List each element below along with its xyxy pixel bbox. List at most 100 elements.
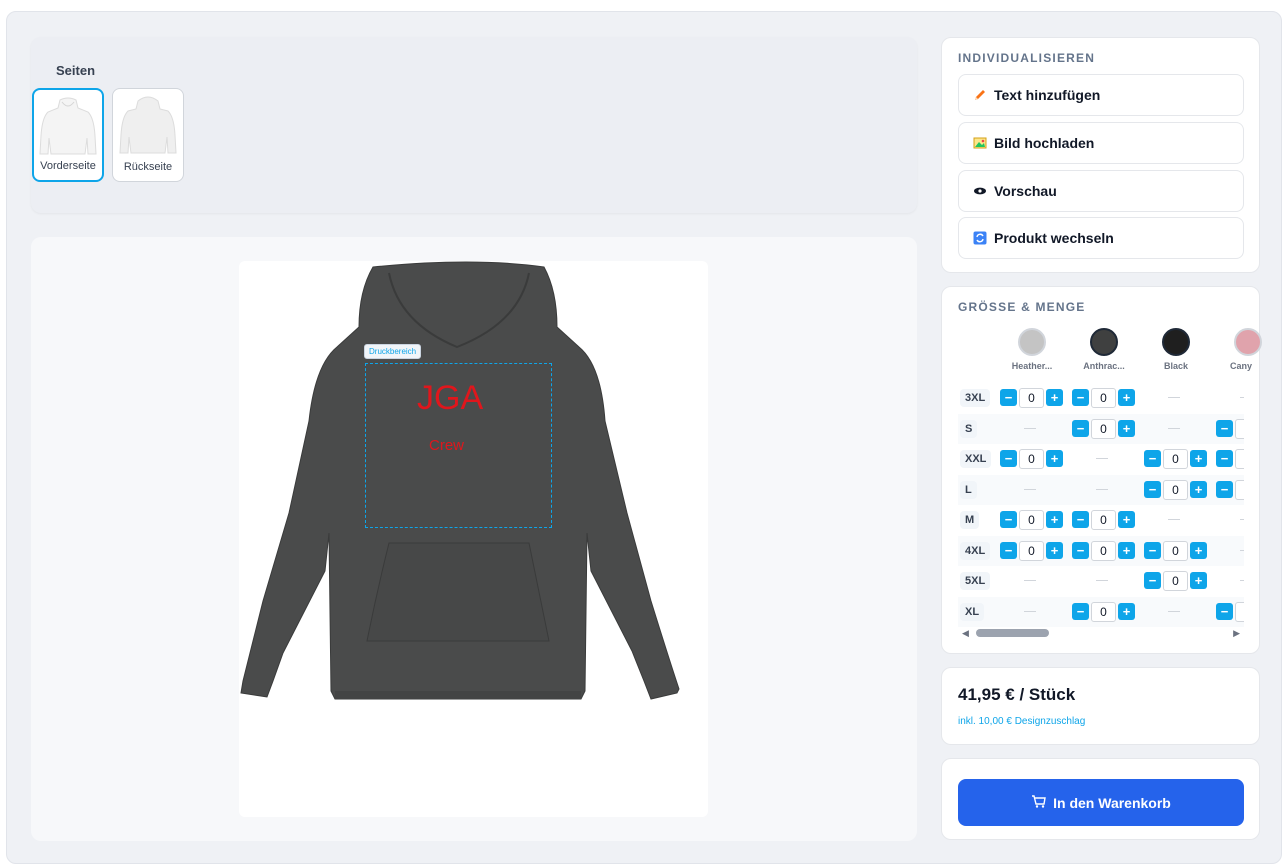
unavailable-dash [1024,427,1036,429]
switch-product-button[interactable]: Produkt wechseln [958,217,1244,259]
design-text-main[interactable]: JGA [417,379,483,418]
pages-title: Seiten [56,63,96,78]
quantity-input[interactable]: 0 [1091,601,1116,622]
scrollbar-thumb[interactable] [976,629,1049,637]
color-swatch-0[interactable] [1018,328,1046,356]
increase-button[interactable]: + [1190,450,1207,467]
cart-card: In den Warenkorb [941,758,1260,840]
customize-card: INDIVIDUALISIEREN Text hinzufügen Bild h… [941,37,1260,273]
quantity-input[interactable]: 0 [1163,479,1188,500]
quantity-input[interactable]: 0 [1235,601,1244,622]
quantity-input[interactable]: 0 [1163,571,1188,591]
quantity-stepper[interactable]: −0+ [1072,388,1135,408]
design-text-sub[interactable]: Crew [429,437,464,454]
quantity-input[interactable]: 0 [1091,510,1116,530]
decrease-button[interactable]: − [1216,480,1233,498]
quantity-stepper[interactable]: −0+ [1216,479,1244,500]
quantity-input[interactable]: 0 [1019,540,1044,561]
page-thumb-front-label: Vorderseite [40,160,96,172]
quantity-stepper[interactable]: −0+ [1072,601,1135,622]
increase-button[interactable]: + [1190,572,1207,589]
quantity-input[interactable]: 0 [1091,540,1116,561]
size-label: L [960,480,977,499]
quantity-input[interactable]: 0 [1235,449,1244,469]
quantity-stepper[interactable]: −0+ [1216,418,1244,439]
add-to-cart-label: In den Warenkorb [1053,794,1171,811]
quantity-input[interactable]: 0 [1091,418,1116,439]
add-to-cart-button[interactable]: In den Warenkorb [958,779,1244,826]
increase-button[interactable]: + [1046,541,1063,559]
quantity-input[interactable]: 0 [1091,388,1116,408]
scroll-right-icon[interactable]: ▶ [1233,628,1240,639]
quantity-stepper[interactable]: −0+ [1216,601,1244,622]
quantity-input[interactable]: 0 [1235,418,1244,439]
decrease-button[interactable]: − [1072,419,1089,437]
quantity-input[interactable]: 0 [1019,388,1044,408]
color-swatch-3[interactable] [1234,328,1262,356]
size-label: S [960,419,978,438]
decrease-button[interactable]: − [1144,480,1161,498]
quantity-input[interactable]: 0 [1163,540,1188,561]
increase-button[interactable]: + [1190,541,1207,559]
quantity-stepper[interactable]: −0+ [1072,540,1135,561]
decrease-button[interactable]: − [1072,602,1089,620]
quantity-input[interactable]: 0 [1019,510,1044,530]
price-surcharge-note: inkl. 10,00 € Designzuschlag [958,716,1086,727]
unavailable-dash [1240,580,1244,581]
page-thumb-front[interactable]: Vorderseite [32,88,104,182]
upload-image-button[interactable]: Bild hochladen [958,122,1244,164]
decrease-button[interactable]: − [1000,389,1017,406]
quantity-input[interactable]: 0 [1163,449,1188,469]
color-swatch-2[interactable] [1162,328,1190,356]
decrease-button[interactable]: − [1144,450,1161,467]
decrease-button[interactable]: − [1144,541,1161,559]
eye-icon [973,184,987,198]
increase-button[interactable]: + [1118,602,1135,620]
preview-button[interactable]: Vorschau [958,170,1244,212]
quantity-stepper[interactable]: −0+ [1144,479,1207,500]
decrease-button[interactable]: − [1072,511,1089,528]
design-canvas[interactable]: Druckbereich JGA Crew [239,261,708,817]
decrease-button[interactable]: − [1000,450,1017,467]
increase-button[interactable]: + [1190,480,1207,498]
increase-button[interactable]: + [1046,450,1063,467]
increase-button[interactable]: + [1046,511,1063,528]
scroll-left-icon[interactable]: ◀ [962,628,969,639]
decrease-button[interactable]: − [1216,419,1233,437]
decrease-button[interactable]: − [1072,389,1089,406]
decrease-button[interactable]: − [1216,602,1233,620]
decrease-button[interactable]: − [1000,511,1017,528]
quantity-stepper[interactable]: −0+ [1216,449,1244,469]
size-quantity-card: GRÖSSE & MENGE 3XL−0+−0+S−0+−0+XXL−0+−0+… [941,286,1262,654]
quantity-stepper[interactable]: −0+ [1000,540,1063,561]
increase-button[interactable]: + [1118,419,1135,437]
quantity-stepper[interactable]: −0+ [1000,510,1063,530]
add-text-button[interactable]: Text hinzufügen [958,74,1244,116]
grid-scrollbar[interactable]: ◀ ▶ [958,628,1244,638]
decrease-button[interactable]: − [1000,541,1017,559]
quantity-stepper[interactable]: −0+ [1144,449,1207,469]
quantity-stepper[interactable]: −0+ [1072,418,1135,439]
color-swatch-1[interactable] [1090,328,1118,356]
unavailable-dash [1024,488,1036,490]
quantity-input[interactable]: 0 [1019,449,1044,469]
quantity-stepper[interactable]: −0+ [1144,540,1207,561]
unavailable-dash [1096,580,1108,581]
increase-button[interactable]: + [1118,541,1135,559]
pages-panel: Seiten Vorderseite Rückseite [31,37,917,213]
quantity-stepper[interactable]: −0+ [1000,388,1063,408]
size-row-xl: XL−0+−0+ [958,596,1244,627]
increase-button[interactable]: + [1118,389,1135,406]
decrease-button[interactable]: − [1216,450,1233,467]
decrease-button[interactable]: − [1144,572,1161,589]
quantity-input[interactable]: 0 [1235,479,1244,500]
decrease-button[interactable]: − [1072,541,1089,559]
quantity-stepper[interactable]: −0+ [1072,510,1135,530]
quantity-stepper[interactable]: −0+ [1000,449,1063,469]
increase-button[interactable]: + [1118,511,1135,528]
add-text-label: Text hinzufügen [994,87,1101,103]
page-thumb-back[interactable]: Rückseite [112,88,184,182]
quantity-stepper[interactable]: −0+ [1144,571,1207,591]
increase-button[interactable]: + [1046,389,1063,406]
hoodie-front-thumbnail [39,97,97,155]
